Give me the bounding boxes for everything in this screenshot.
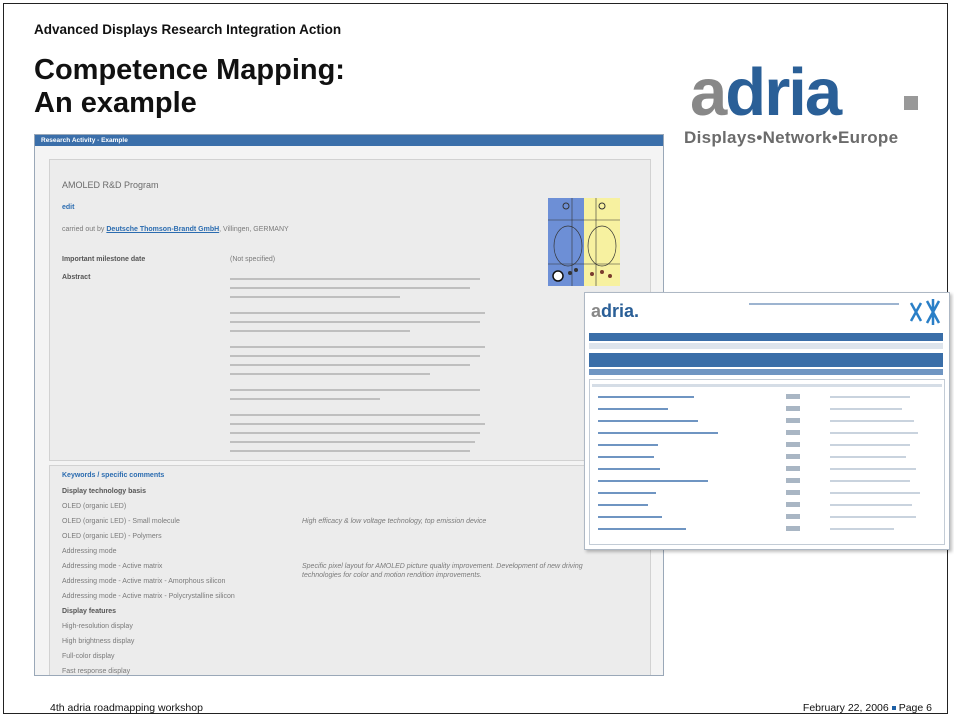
kw-item: Fast response display — [62, 668, 131, 675]
kw-item: Addressing mode - Active matrix — [62, 563, 163, 570]
abstract-label: Abstract — [62, 274, 91, 281]
logo-tagline: Displays•Network•Europe — [684, 128, 899, 147]
edit-link[interactable]: edit — [62, 204, 74, 211]
kw-item: Addressing mode - Active matrix - Polycr… — [62, 593, 235, 600]
keywords-panel: Keywords / specific comments Display tec… — [49, 465, 651, 675]
website-section-header — [589, 369, 943, 375]
program-title: AMOLED R&D Program — [62, 180, 159, 190]
milestone-value: (Not specified) — [230, 256, 276, 263]
carried-out-line: carried out by Deutsche Thomson-Brandt G… — [62, 226, 289, 233]
website-results-table — [589, 379, 945, 545]
website-tab-bar[interactable] — [589, 353, 943, 367]
footer-event: 4th adria roadmapping workshop — [50, 702, 203, 714]
slide-title: Competence Mapping: An example — [34, 54, 345, 120]
website-header-text — [749, 303, 899, 305]
kw-comment: Specific pixel layout for AMOLED picture… — [302, 563, 583, 570]
kw-comment: High efficacy & low voltage technology, … — [302, 518, 487, 525]
logo-dot — [904, 96, 918, 110]
website-logo: adria. — [591, 301, 640, 321]
research-activity-screenshot: Research Activity - Example AMOLED R&D P… — [34, 134, 664, 676]
kw-item: OLED (organic LED) - Small molecule — [62, 518, 180, 525]
slide-subtitle: Advanced Displays Research Integration A… — [34, 22, 342, 37]
eu-emblem-icon — [909, 299, 941, 325]
company-link[interactable]: Deutsche Thomson-Brandt GmbH — [106, 226, 219, 233]
kw-item: OLED (organic LED) — [62, 503, 127, 510]
network-diagram-image — [548, 198, 620, 286]
kw-item: Display technology basis — [62, 488, 147, 495]
kw-item: Addressing mode - Active matrix - Amorph… — [62, 578, 226, 585]
kw-item: High-resolution display — [62, 623, 133, 630]
kw-item: High brightness display — [62, 638, 135, 645]
title-line-1: Competence Mapping: — [34, 54, 345, 86]
website-subbar — [589, 343, 943, 349]
kw-item: OLED (organic LED) - Polymers — [62, 533, 162, 540]
milestone-label: Important milestone date — [62, 256, 146, 263]
logo-wordmark: adria — [690, 55, 842, 130]
kw-item: Display features — [62, 608, 117, 615]
program-panel: AMOLED R&D Program edit carried out by D… — [49, 159, 651, 461]
research-activity-bar: Research Activity - Example — [35, 135, 663, 146]
footer-separator-dot — [891, 705, 896, 710]
kw-item: Full-color display — [62, 653, 115, 660]
footer-date-page: February 22, 2006 Page 6 — [802, 702, 932, 714]
adria-website-screenshot: adria. — [584, 292, 950, 550]
adria-logo: adria Displays•Network•Europe — [684, 54, 934, 154]
kw-item: Addressing mode — [62, 548, 117, 555]
kw-comment: technologies for color and motion rendit… — [302, 572, 482, 579]
website-nav-bar[interactable] — [589, 333, 943, 341]
keywords-title: Keywords / specific comments — [62, 472, 165, 479]
title-line-2: An example — [34, 87, 197, 119]
